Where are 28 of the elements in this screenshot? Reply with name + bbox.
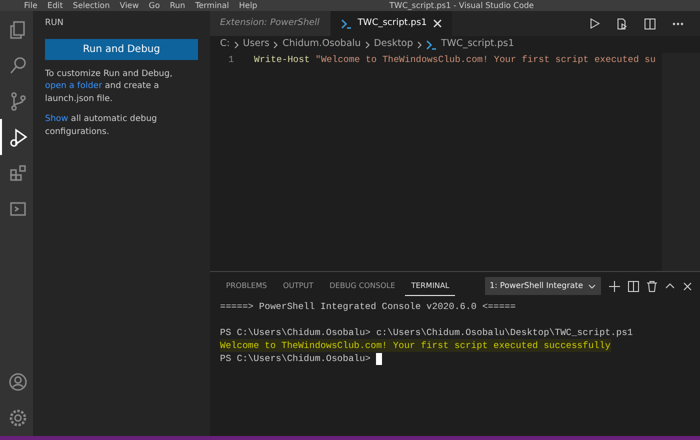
help-text: Show all automatic debug configurations. bbox=[45, 113, 158, 138]
menu-item[interactable]: View bbox=[120, 0, 139, 11]
terminal-line: PS C:\Users\Chidum.Osobalu> c:\Users\Chidum.Osobalu\Desktop\TWC_script.ps1 bbox=[220, 326, 634, 339]
run-and-debug-button[interactable]: Run and Debug bbox=[45, 39, 198, 60]
link[interactable]: Show bbox=[45, 114, 68, 124]
breadcrumb-item[interactable]: Chidum.Osobalu bbox=[282, 37, 361, 52]
breadcrumb-item[interactable]: Desktop bbox=[374, 37, 414, 52]
terminal-line: =====> PowerShell Integrated Console v2020.6.0 <===== bbox=[220, 300, 517, 313]
breadcrumb-item[interactable]: TWC_script.ps1 bbox=[441, 37, 514, 52]
breadcrumb-item[interactable]: Users bbox=[242, 37, 270, 52]
menu-item[interactable]: Selection bbox=[72, 0, 110, 11]
menu-item[interactable]: Help bbox=[239, 0, 258, 11]
code-line: Write-Host "Welcome to TheWindowsClub.com! Your first script executed su bbox=[254, 53, 656, 67]
menu-item[interactable]: Run bbox=[170, 0, 186, 11]
terminal-prompt: PS C:\Users\Chidum.Osobalu> bbox=[220, 353, 372, 364]
menu-item[interactable]: Terminal bbox=[195, 0, 229, 11]
editor-tab[interactable]: Extension: PowerShell bbox=[210, 11, 331, 36]
help-text: To customize Run and Debug, open a folder and create a launch.json file. bbox=[45, 68, 174, 106]
editor-tab[interactable]: TWC_script.ps1 bbox=[330, 11, 453, 36]
breadcrumb-item[interactable]: C: bbox=[220, 37, 230, 52]
menu-item[interactable]: Go bbox=[148, 0, 160, 11]
menu-item[interactable]: Edit bbox=[47, 0, 63, 11]
sidebar-title: RUN bbox=[45, 17, 64, 30]
terminal-dropdown[interactable]: 1: PowerShell Integrate bbox=[484, 277, 601, 295]
line-number: 1 bbox=[227, 53, 235, 67]
window-title: TWC_script.ps1 - Visual Studio Code bbox=[389, 0, 534, 11]
link[interactable]: open a folder bbox=[45, 81, 102, 92]
menu-item[interactable]: File bbox=[24, 0, 38, 11]
